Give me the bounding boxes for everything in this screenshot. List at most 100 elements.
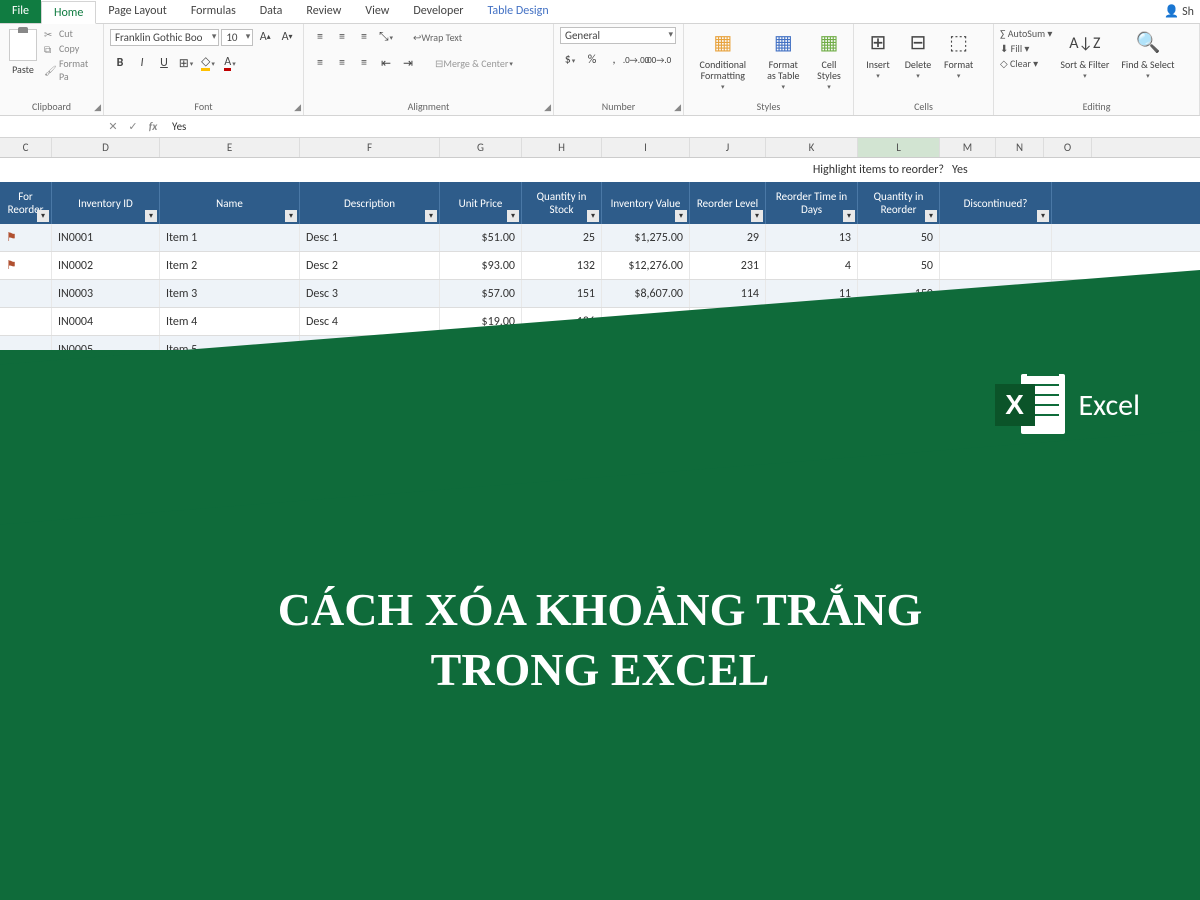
copy-button[interactable]: ⧉Copy (44, 42, 97, 55)
col-header-m[interactable]: M (940, 138, 996, 157)
tab-view[interactable]: View (353, 0, 401, 23)
font-name-combo[interactable]: Franklin Gothic Boo (110, 29, 219, 46)
col-header-h[interactable]: H (522, 138, 602, 157)
cell-disc[interactable] (940, 252, 1052, 279)
table-row[interactable]: ⚑IN0002Item 2Desc 2$93.00132$12,276.0023… (0, 252, 1200, 280)
tab-file[interactable]: File (0, 0, 41, 23)
number-format-combo[interactable]: General (560, 27, 676, 44)
format-painter-button[interactable]: 🖌Format Pa (44, 57, 97, 83)
th-inventory-value[interactable]: Inventory Value▾ (602, 182, 690, 224)
col-header-o[interactable]: O (1044, 138, 1092, 157)
cell-id[interactable]: IN0001 (52, 224, 160, 251)
increase-font-button[interactable]: A▴ (255, 27, 275, 47)
filter-dropdown-icon[interactable]: ▾ (587, 210, 599, 222)
cell-reord[interactable]: 29 (690, 224, 766, 251)
font-size-combo[interactable]: 10 (221, 29, 253, 46)
col-header-i[interactable]: I (602, 138, 690, 157)
bold-button[interactable]: B (110, 53, 130, 73)
tab-table-design[interactable]: Table Design (475, 0, 560, 23)
cell-price[interactable]: $57.00 (440, 280, 522, 307)
cell-name[interactable]: Item 2 (160, 252, 300, 279)
highlight-value[interactable]: Yes (952, 163, 1032, 177)
filter-dropdown-icon[interactable]: ▾ (425, 210, 437, 222)
cell-qre[interactable]: 50 (858, 252, 940, 279)
insert-cells-button[interactable]: ⊞Insert (860, 27, 896, 83)
filter-dropdown-icon[interactable]: ▾ (675, 210, 687, 222)
cell-flag[interactable] (0, 308, 52, 335)
conditional-formatting-button[interactable]: ▦Conditional Formatting (690, 27, 756, 94)
format-cells-button[interactable]: ⬚Format (940, 27, 977, 83)
th-name[interactable]: Name▾ (160, 182, 300, 224)
col-header-g[interactable]: G (440, 138, 522, 157)
tab-developer[interactable]: Developer (401, 0, 475, 23)
col-header-c[interactable]: C (0, 138, 52, 157)
number-dialog-launcher[interactable]: ◢ (674, 102, 681, 113)
italic-button[interactable]: I (132, 53, 152, 73)
th-qty-stock[interactable]: Quantity in Stock▾ (522, 182, 602, 224)
orientation-button[interactable]: ⤡ (376, 27, 396, 47)
font-dialog-launcher[interactable]: ◢ (294, 102, 301, 113)
tab-review[interactable]: Review (294, 0, 353, 23)
underline-button[interactable]: U (154, 53, 174, 73)
filter-dropdown-icon[interactable]: ▾ (925, 210, 937, 222)
comma-format-button[interactable]: , (604, 50, 624, 70)
format-as-table-button[interactable]: ▦Format as Table (760, 27, 807, 94)
cell-days[interactable]: 4 (766, 252, 858, 279)
align-right-button[interactable]: ≡ (354, 53, 374, 73)
col-header-n[interactable]: N (996, 138, 1044, 157)
col-header-d[interactable]: D (52, 138, 160, 157)
cell-flag[interactable] (0, 280, 52, 307)
cancel-formula-button[interactable]: ✕ (104, 120, 122, 133)
cell-price[interactable]: $51.00 (440, 224, 522, 251)
tab-formulas[interactable]: Formulas (179, 0, 248, 23)
font-color-button[interactable]: A (220, 53, 240, 73)
increase-indent-button[interactable]: ⇥ (398, 53, 418, 73)
filter-dropdown-icon[interactable]: ▾ (37, 210, 49, 222)
fill-button[interactable]: ⬇ Fill ▾ (1000, 42, 1052, 55)
cell-val[interactable]: $1,275.00 (602, 224, 690, 251)
cell-flag[interactable]: ⚑ (0, 224, 52, 251)
decrease-indent-button[interactable]: ⇤ (376, 53, 396, 73)
cut-button[interactable]: ✂Cut (44, 27, 97, 40)
decrease-font-button[interactable]: A▾ (277, 27, 297, 47)
filter-dropdown-icon[interactable]: ▾ (145, 210, 157, 222)
accounting-format-button[interactable]: $ (560, 50, 580, 70)
share-button[interactable]: 👤Sh (1158, 0, 1200, 23)
cell-reord[interactable]: 114 (690, 280, 766, 307)
delete-cells-button[interactable]: ⊟Delete (900, 27, 936, 83)
th-reorder-level[interactable]: Reorder Level▾ (690, 182, 766, 224)
insert-function-button[interactable]: fx (144, 120, 162, 133)
cell-days[interactable]: 13 (766, 224, 858, 251)
find-select-button[interactable]: 🔍Find & Select (1117, 27, 1178, 83)
cell-qty[interactable]: 151 (522, 280, 602, 307)
filter-dropdown-icon[interactable]: ▾ (1037, 210, 1049, 222)
cell-flag[interactable]: ⚑ (0, 252, 52, 279)
cell-reord[interactable]: 231 (690, 252, 766, 279)
clear-button[interactable]: ◇ Clear ▾ (1000, 57, 1052, 70)
cell-price[interactable]: $93.00 (440, 252, 522, 279)
cell-disc[interactable] (940, 224, 1052, 251)
wrap-text-button[interactable]: ↩ Wrap Text (408, 27, 467, 47)
cell-desc[interactable]: Desc 2 (300, 252, 440, 279)
cell-id[interactable]: IN0003 (52, 280, 160, 307)
border-button[interactable]: ⊞ (176, 53, 196, 73)
paste-button[interactable]: Paste (6, 27, 40, 76)
col-header-j[interactable]: J (690, 138, 766, 157)
col-header-e[interactable]: E (160, 138, 300, 157)
align-left-button[interactable]: ≡ (310, 53, 330, 73)
decrease-decimal-button[interactable]: .00→.0 (648, 50, 668, 70)
th-inventory-id[interactable]: Inventory ID▾ (52, 182, 160, 224)
table-row[interactable]: ⚑IN0001Item 1Desc 1$51.0025$1,275.002913… (0, 224, 1200, 252)
cell-name[interactable]: Item 1 (160, 224, 300, 251)
tab-home[interactable]: Home (41, 1, 96, 24)
filter-dropdown-icon[interactable]: ▾ (843, 210, 855, 222)
th-discontinued[interactable]: Discontinued?▾ (940, 182, 1052, 224)
cell-qty[interactable]: 132 (522, 252, 602, 279)
cell-styles-button[interactable]: ▦Cell Styles (811, 27, 847, 94)
th-reorder-days[interactable]: Reorder Time in Days▾ (766, 182, 858, 224)
filter-dropdown-icon[interactable]: ▾ (751, 210, 763, 222)
cell-id[interactable]: IN0002 (52, 252, 160, 279)
col-header-k[interactable]: K (766, 138, 858, 157)
sort-filter-button[interactable]: A↓ZSort & Filter (1056, 27, 1113, 83)
cell-id[interactable]: IN0004 (52, 308, 160, 335)
